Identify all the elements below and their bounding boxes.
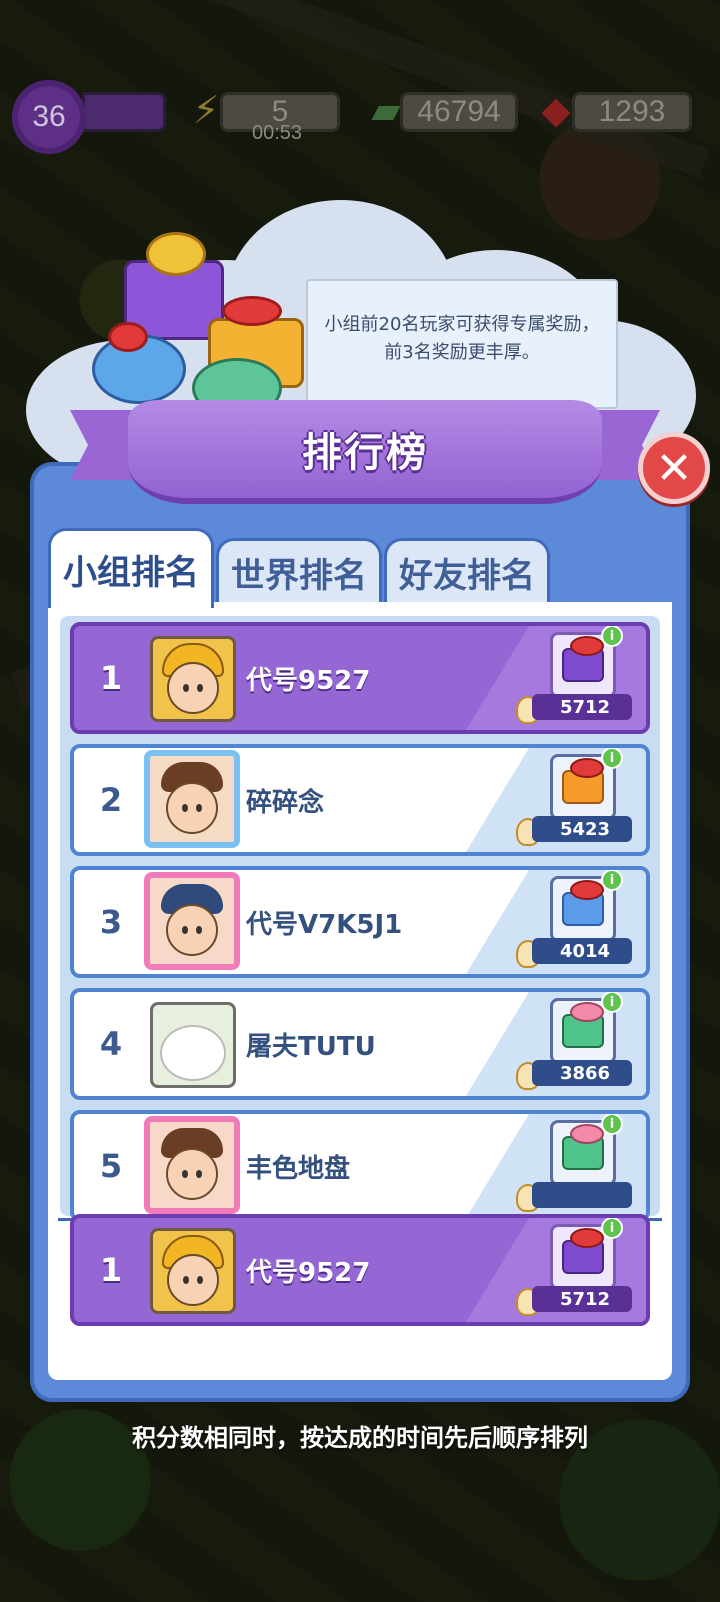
cash-counter[interactable]: 46794	[400, 92, 518, 132]
score-value: 5423	[532, 816, 632, 842]
gem-value: 1293	[598, 95, 666, 128]
resource-bar: 36 5 ⚡ 00:53 46794 ▰ 1293 ◆	[0, 80, 720, 154]
player-name: 代号9527	[246, 1257, 371, 1288]
tab-group-ranking[interactable]: 小组排名	[48, 528, 214, 608]
rank-number: 5	[99, 1147, 123, 1185]
leaderboard-title: 排行榜	[302, 430, 428, 476]
table-row[interactable]: 2 碎碎念 i 5423	[70, 744, 650, 856]
cash-icon: ▰	[371, 88, 401, 132]
score-value: 4014	[532, 938, 632, 964]
gift-box-icon	[562, 1228, 604, 1274]
player-name: 屠夫TUTU	[246, 1031, 376, 1062]
reward-tip-text: 小组前20名玩家可获得专属奖励，前3名奖励更丰厚。	[324, 314, 600, 363]
table-row[interactable]: 5 丰色地盘 i	[70, 1110, 650, 1218]
reward-gift-button[interactable]: i	[550, 992, 623, 1064]
info-icon[interactable]: i	[601, 1218, 623, 1239]
info-icon[interactable]: i	[601, 748, 623, 769]
avatar[interactable]	[150, 636, 236, 722]
avatar[interactable]	[150, 1228, 236, 1314]
gift-box-icon	[562, 880, 604, 926]
avatar[interactable]	[144, 872, 240, 970]
rank-number: 1	[99, 659, 123, 697]
avatar[interactable]	[144, 1116, 240, 1214]
gift-pile-icon	[88, 226, 318, 426]
reward-gift-button[interactable]: i	[550, 870, 623, 942]
gem-icon: ◆	[541, 88, 571, 132]
avatar[interactable]	[144, 750, 240, 848]
xp-bar	[82, 92, 166, 132]
score-value	[532, 1182, 632, 1208]
tab-label: 小组排名	[63, 553, 199, 593]
avatar[interactable]	[150, 1002, 236, 1088]
tab-label: 世界排名	[231, 556, 367, 596]
player-name: 代号V7K5J1	[246, 909, 403, 940]
title-banner: 排行榜	[70, 400, 660, 510]
reward-tip-box: 小组前20名玩家可获得专属奖励，前3名奖励更丰厚。	[306, 279, 618, 409]
tab-label: 好友排名	[399, 556, 535, 596]
gift-box-icon	[562, 1124, 604, 1170]
reward-gift-button[interactable]: i	[550, 748, 623, 820]
gift-box-icon	[562, 758, 604, 804]
level-badge[interactable]: 36	[12, 80, 86, 154]
score-value: 5712	[532, 694, 632, 720]
lightning-icon: ⚡	[192, 88, 220, 132]
player-name: 代号9527	[246, 665, 371, 696]
table-row[interactable]: 1 代号9527 i 5712	[70, 622, 650, 734]
player-name: 碎碎念	[246, 787, 325, 818]
rank-number: 3	[99, 903, 123, 941]
table-row[interactable]: 3 代号V7K5J1 i 4014	[70, 866, 650, 978]
gift-box-icon	[562, 1002, 604, 1048]
level-value: 36	[32, 100, 66, 133]
close-button[interactable]: ✕	[638, 432, 710, 504]
rank-number: 1	[99, 1251, 123, 1289]
ranking-tabs: 小组排名 世界排名 好友排名	[48, 528, 668, 608]
close-icon: ✕	[655, 442, 693, 494]
reward-gift-button[interactable]: i	[550, 1218, 623, 1290]
partial-row-clip: 5 丰色地盘 i	[60, 1106, 660, 1218]
rank-number: 4	[99, 1025, 123, 1063]
ranking-rule-note: 积分数相同时，按达成的时间先后顺序排列	[132, 1424, 588, 1452]
info-icon[interactable]: i	[601, 1114, 623, 1135]
cash-value: 46794	[417, 95, 501, 128]
score-value: 3866	[532, 1060, 632, 1086]
gem-counter[interactable]: 1293	[572, 92, 692, 132]
info-icon[interactable]: i	[601, 870, 623, 891]
gift-box-icon	[562, 636, 604, 682]
my-rank-row[interactable]: 1 代号9527 i 5712	[70, 1214, 650, 1326]
tab-friends-ranking[interactable]: 好友排名	[384, 538, 550, 604]
tab-world-ranking[interactable]: 世界排名	[216, 538, 382, 604]
player-name: 丰色地盘	[246, 1153, 351, 1184]
reward-gift-button[interactable]: i	[550, 1114, 623, 1186]
rank-number: 2	[99, 781, 123, 819]
table-row[interactable]: 4 屠夫TUTU i 3866	[70, 988, 650, 1100]
energy-timer: 00:53	[252, 122, 303, 144]
info-icon[interactable]: i	[601, 626, 623, 647]
score-value: 5712	[532, 1286, 632, 1312]
reward-gift-button[interactable]: i	[550, 626, 623, 698]
info-icon[interactable]: i	[601, 992, 623, 1013]
